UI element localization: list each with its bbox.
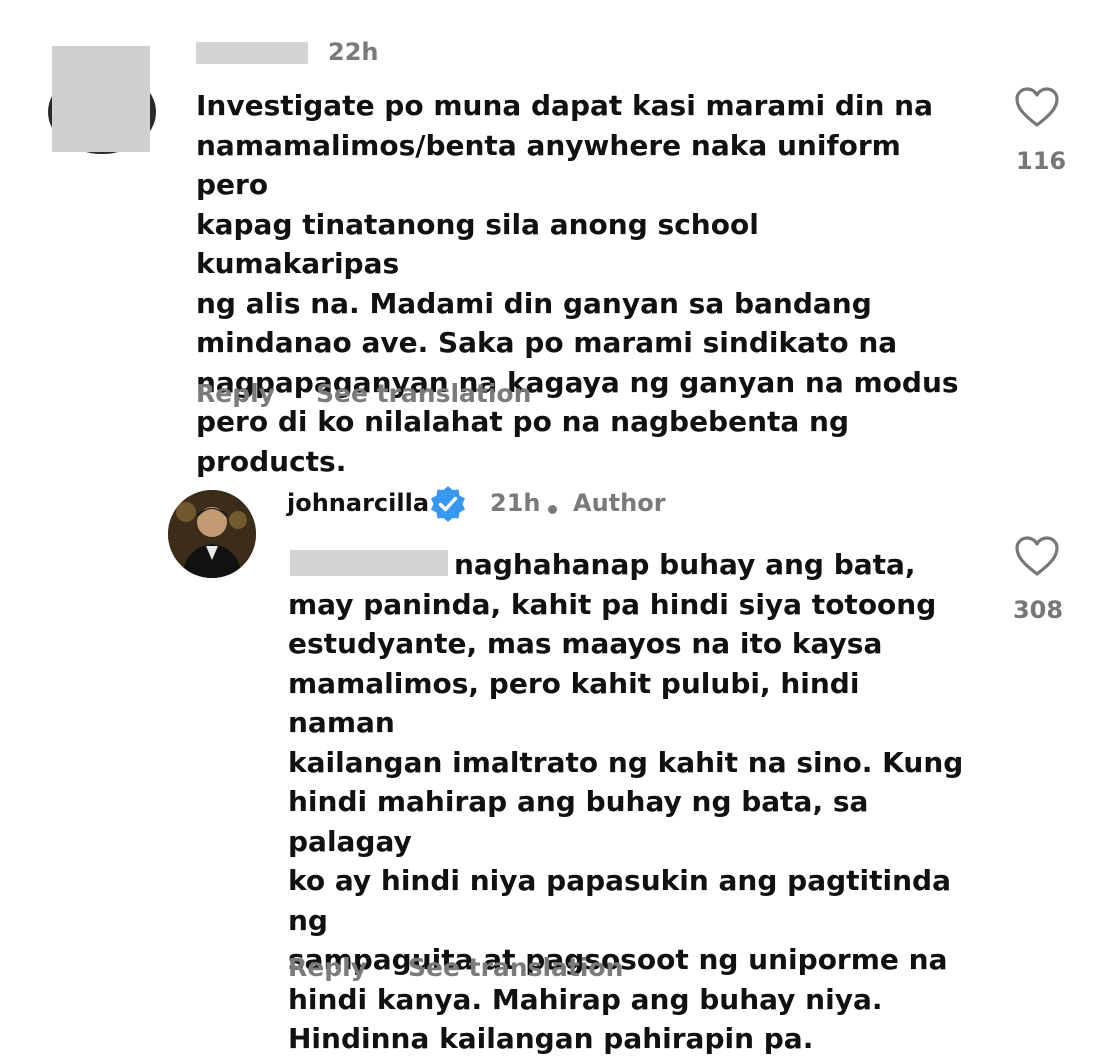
username[interactable]: johnarcilla [287, 489, 429, 517]
heart-outline-icon [1015, 536, 1059, 576]
comment-body: naghahanap buhay ang bata, may paninda, … [288, 548, 964, 1055]
avatar[interactable] [168, 490, 256, 578]
username-redacted [196, 42, 308, 64]
reply-button[interactable]: Reply [196, 379, 275, 408]
comment-text: naghahanap buhay ang bata, may paninda, … [288, 545, 968, 1059]
comment-text: Investigate po muna dapat kasi marami di… [196, 89, 959, 478]
comment-timestamp: 21h [490, 489, 541, 517]
see-translation-button[interactable]: See translation [408, 953, 623, 982]
see-translation-button[interactable]: See translation [316, 379, 531, 408]
like-count: 308 [1012, 596, 1064, 624]
mention-redacted [290, 550, 448, 576]
heart-outline-icon [1015, 87, 1059, 127]
verified-badge-icon [428, 484, 468, 524]
separator-dot [548, 505, 557, 514]
author-badge: Author [573, 489, 666, 517]
profile-photo [168, 490, 256, 578]
avatar-redacted [52, 46, 150, 152]
like-button[interactable] [1014, 535, 1060, 577]
reply-button[interactable]: Reply [288, 953, 367, 982]
comment-timestamp: 22h [328, 38, 379, 66]
like-count: 116 [1016, 147, 1067, 175]
like-button[interactable] [1014, 86, 1060, 128]
